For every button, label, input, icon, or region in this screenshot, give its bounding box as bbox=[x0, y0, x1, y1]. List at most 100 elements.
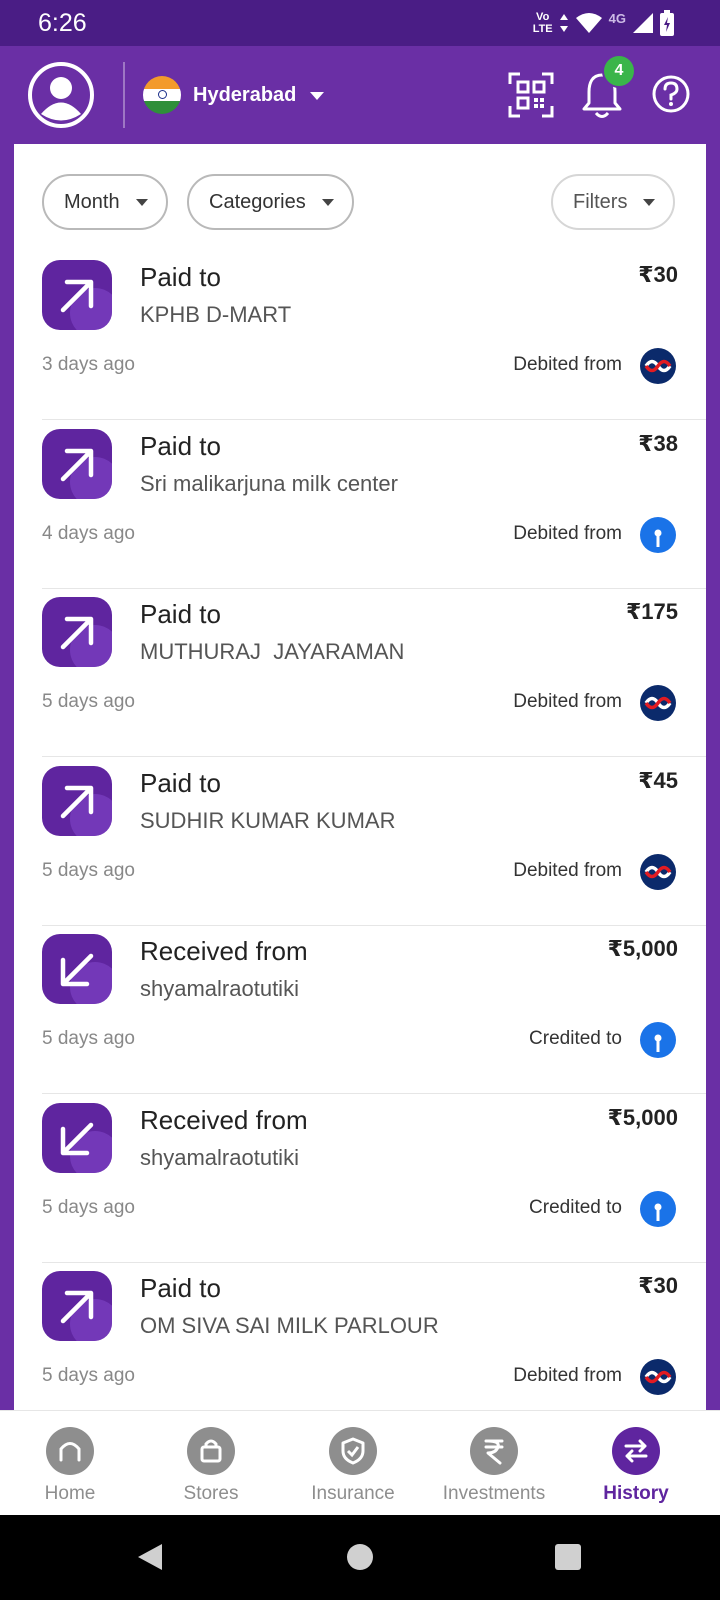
transaction-time: 5 days ago bbox=[42, 860, 135, 881]
transaction-amount: ₹30 bbox=[638, 1273, 678, 1298]
transaction-account-label: Debited from bbox=[513, 354, 622, 375]
kotak-bank-icon bbox=[640, 685, 676, 721]
qr-scan-icon[interactable] bbox=[508, 72, 554, 118]
caret-down-icon bbox=[643, 198, 656, 206]
stores-icon bbox=[187, 1427, 235, 1475]
signal-icon bbox=[633, 13, 653, 33]
nav-stores[interactable]: Stores bbox=[141, 1411, 281, 1516]
kotak-bank-icon bbox=[640, 348, 676, 384]
nav-history-label: History bbox=[603, 1483, 669, 1504]
month-filter-chip[interactable]: Month bbox=[42, 174, 168, 230]
transaction-account-label: Debited from bbox=[513, 691, 622, 712]
help-icon[interactable] bbox=[651, 74, 691, 114]
transaction-account-label: Debited from bbox=[513, 523, 622, 544]
india-flag-icon bbox=[143, 76, 181, 114]
app-header: Hyderabad 4 bbox=[0, 46, 720, 144]
notification-badge: 4 bbox=[602, 54, 636, 88]
bottom-nav: Home Stores Insurance Investments Histor… bbox=[0, 1410, 720, 1515]
transaction-row[interactable]: Paid to ₹175 MUTHURAJ JAYARAMAN 5 days ago D… bbox=[14, 589, 706, 757]
nav-investments-label: Investments bbox=[442, 1483, 546, 1504]
transaction-row[interactable]: Paid to ₹30 OM SIVA SAI MILK PARLOUR 5 days… bbox=[14, 1263, 706, 1410]
transaction-type: Paid to bbox=[140, 768, 221, 798]
network-type-label: 4G bbox=[608, 10, 626, 26]
transaction-type: Received from bbox=[140, 936, 308, 966]
volte-indicator: Vo LTE bbox=[532, 11, 553, 35]
kotak-bank-icon bbox=[640, 854, 676, 890]
categories-filter-label: Categories bbox=[209, 190, 306, 213]
transaction-type: Received from bbox=[140, 1105, 308, 1135]
transaction-type: Paid to bbox=[140, 431, 221, 461]
nav-insurance-label: Insurance bbox=[311, 1483, 395, 1504]
transaction-time: 5 days ago bbox=[42, 1365, 135, 1386]
battery-icon bbox=[660, 10, 674, 36]
transaction-amount: ₹5,000 bbox=[607, 936, 678, 961]
system-nav-bar bbox=[0, 1515, 720, 1600]
arrow-up-right-icon bbox=[42, 766, 112, 836]
caret-down-icon bbox=[135, 198, 148, 206]
investments-icon bbox=[470, 1427, 518, 1475]
profile-icon[interactable] bbox=[27, 61, 95, 129]
transaction-party: Sri malikarjuna milk center bbox=[140, 471, 398, 496]
nav-insurance[interactable]: Insurance bbox=[283, 1411, 423, 1516]
transaction-time: 3 days ago bbox=[42, 354, 135, 375]
nav-stores-label: Stores bbox=[183, 1483, 239, 1504]
transaction-time: 5 days ago bbox=[42, 1197, 135, 1218]
nav-home-label: Home bbox=[44, 1483, 96, 1504]
transaction-type: Paid to bbox=[140, 1273, 221, 1303]
transaction-amount: ₹5,000 bbox=[607, 1105, 678, 1130]
insurance-icon bbox=[329, 1427, 377, 1475]
arrow-up-right-icon bbox=[42, 429, 112, 499]
filter-row: Month Categories Filters bbox=[14, 144, 706, 244]
arrow-up-right-icon bbox=[42, 1271, 112, 1341]
month-filter-label: Month bbox=[64, 190, 120, 213]
transaction-row[interactable]: Paid to ₹30 KPHB D-MART 3 days ago Debited f… bbox=[14, 252, 706, 420]
history-icon bbox=[612, 1427, 660, 1475]
transaction-account-label: Credited to bbox=[529, 1197, 622, 1218]
filters-chip[interactable]: Filters bbox=[551, 174, 676, 230]
city-name: Hyderabad bbox=[193, 83, 297, 106]
arrow-down-left-icon bbox=[42, 1103, 112, 1173]
city-selector[interactable]: Hyderabad bbox=[143, 76, 325, 114]
transaction-party: shyamalraotutiki bbox=[140, 1145, 299, 1170]
transaction-party: MUTHURAJ JAYARAMAN bbox=[140, 639, 405, 664]
row-divider bbox=[42, 756, 706, 757]
transaction-time: 5 days ago bbox=[42, 691, 135, 712]
transaction-account-label: Debited from bbox=[513, 860, 622, 881]
recents-icon[interactable] bbox=[554, 1543, 582, 1571]
transaction-account-label: Credited to bbox=[529, 1028, 622, 1049]
wifi-icon bbox=[575, 13, 602, 33]
nav-history[interactable]: History bbox=[566, 1411, 706, 1516]
transaction-party: shyamalraotutiki bbox=[140, 976, 299, 1001]
home-icon bbox=[46, 1427, 94, 1475]
transaction-row[interactable]: Received from ₹5,000 shyamalraotutiki 5 day… bbox=[14, 926, 706, 1094]
transaction-type: Paid to bbox=[140, 262, 221, 292]
home-button-icon[interactable] bbox=[346, 1543, 374, 1571]
back-icon[interactable] bbox=[134, 1541, 166, 1573]
status-bar: 6:26 Vo LTE 4G bbox=[0, 0, 720, 46]
transaction-amount: ₹38 bbox=[638, 431, 678, 456]
nav-home[interactable]: Home bbox=[0, 1411, 140, 1516]
transaction-time: 4 days ago bbox=[42, 523, 135, 544]
row-divider bbox=[42, 419, 706, 420]
data-activity-icon bbox=[559, 14, 568, 32]
transaction-row[interactable]: Received from ₹5,000 shyamalraotutiki 5 day… bbox=[14, 1095, 706, 1263]
transaction-party: KPHB D-MART bbox=[140, 302, 292, 327]
transaction-party: OM SIVA SAI MILK PARLOUR bbox=[140, 1313, 439, 1338]
header-divider bbox=[123, 62, 125, 128]
arrow-up-right-icon bbox=[42, 260, 112, 330]
nav-investments[interactable]: Investments bbox=[424, 1411, 564, 1516]
transaction-time: 5 days ago bbox=[42, 1028, 135, 1049]
status-time: 6:26 bbox=[38, 9, 87, 37]
row-divider bbox=[42, 1093, 706, 1094]
transaction-party: SUDHIR KUMAR KUMAR bbox=[140, 808, 396, 833]
transaction-row[interactable]: Paid to ₹45 SUDHIR KUMAR KUMAR 5 days ago De… bbox=[14, 758, 706, 926]
kotak-bank-icon bbox=[640, 1359, 676, 1395]
sbi-bank-icon bbox=[640, 1022, 676, 1058]
transaction-amount: ₹45 bbox=[638, 768, 678, 793]
arrow-up-right-icon bbox=[42, 597, 112, 667]
categories-filter-chip[interactable]: Categories bbox=[187, 174, 354, 230]
arrow-down-left-icon bbox=[42, 934, 112, 1004]
transaction-row[interactable]: Paid to ₹38 Sri malikarjuna milk center 4 d… bbox=[14, 421, 706, 589]
transaction-amount: ₹175 bbox=[625, 599, 678, 624]
status-icons: Vo LTE 4G bbox=[533, 8, 674, 38]
